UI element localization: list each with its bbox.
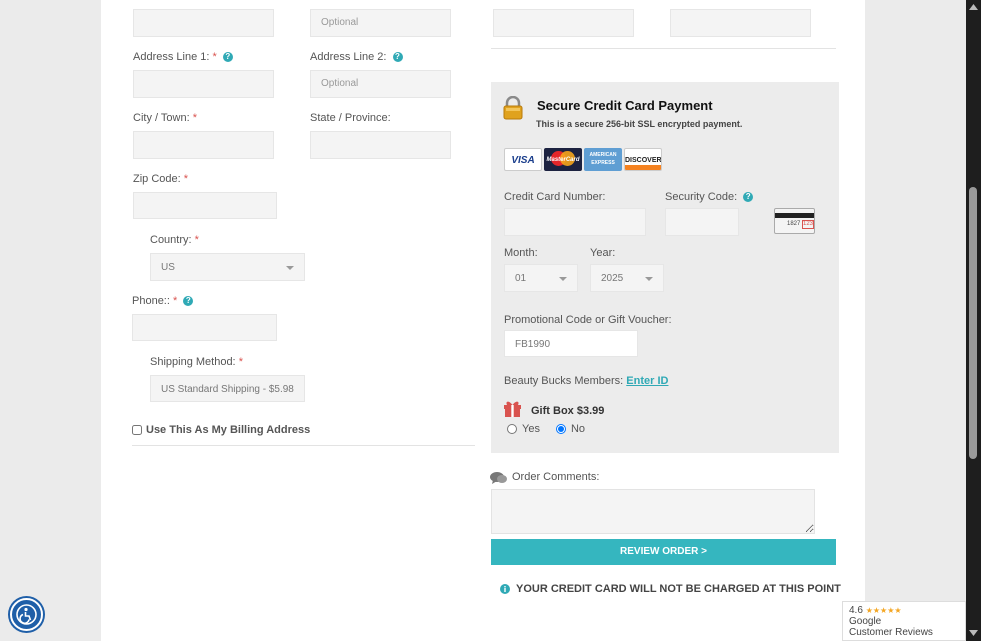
gift-no-label: No bbox=[570, 423, 586, 435]
shipping-method-label: Shipping Method: * bbox=[150, 356, 243, 368]
year-select-value: 2025 bbox=[601, 273, 624, 284]
google-label: Google bbox=[849, 616, 882, 627]
beauty-bucks-label: Beauty Bucks Members: Enter ID bbox=[504, 375, 669, 387]
payment-subtitle: This is a secure 256-bit SSL encrypted p… bbox=[536, 119, 743, 129]
order-comments-textarea[interactable] bbox=[491, 489, 815, 534]
previous-field-input[interactable] bbox=[133, 9, 274, 37]
security-code-help-icon[interactable]: ? bbox=[743, 192, 754, 203]
zip-input[interactable] bbox=[133, 192, 277, 219]
year-label: Year: bbox=[590, 247, 616, 259]
gift-box-label: Gift Box $3.99 bbox=[531, 405, 605, 417]
previous-right-input-1[interactable] bbox=[493, 9, 634, 37]
promo-code-label: Promotional Code or Gift Voucher: bbox=[504, 314, 672, 326]
address1-label: Address Line 1: * ? bbox=[133, 51, 233, 63]
customer-reviews-label: Customer Reviews bbox=[849, 627, 933, 638]
gift-yes-label: Yes bbox=[522, 423, 540, 435]
info-icon bbox=[500, 584, 510, 594]
chevron-down-icon bbox=[645, 277, 653, 281]
phone-label: Phone:: * ? bbox=[132, 295, 194, 307]
enter-id-link[interactable]: Enter ID bbox=[626, 375, 668, 387]
gift-no-radio[interactable] bbox=[555, 424, 566, 434]
billing-address-option[interactable]: Use This As My Billing Address bbox=[132, 424, 310, 436]
zip-label: Zip Code: * bbox=[133, 173, 189, 185]
padlock-icon bbox=[503, 96, 523, 120]
phone-help-icon[interactable]: ? bbox=[183, 296, 194, 307]
previous-optional-input[interactable]: Optional bbox=[310, 9, 451, 37]
google-reviews-badge[interactable]: 4.6 ★★★★★ Google Customer Reviews bbox=[842, 601, 966, 641]
payment-title: Secure Credit Card Payment bbox=[537, 98, 713, 113]
billing-address-label: Use This As My Billing Address bbox=[146, 424, 311, 436]
cc-number-input[interactable] bbox=[504, 208, 646, 236]
rating-stars-icon: ★★★★★ bbox=[865, 606, 902, 615]
address1-input[interactable] bbox=[133, 70, 274, 98]
city-input[interactable] bbox=[133, 131, 274, 159]
address2-input[interactable]: Optional bbox=[310, 70, 451, 98]
charge-notice: YOUR CREDIT CARD WILL NOT BE CHARGED AT … bbox=[516, 583, 841, 595]
billing-address-checkbox[interactable] bbox=[132, 425, 142, 435]
amex-card-icon: AMERICAN EXPRESS bbox=[584, 148, 622, 171]
city-label: City / Town: * bbox=[133, 112, 197, 124]
country-label: Country: * bbox=[150, 234, 199, 246]
shipping-method-select[interactable]: US Standard Shipping - $5.98 bbox=[150, 375, 305, 402]
scroll-down-arrow-icon[interactable] bbox=[969, 630, 978, 636]
phone-input[interactable] bbox=[132, 314, 277, 341]
accessibility-icon bbox=[16, 604, 37, 625]
gift-yes-radio[interactable] bbox=[507, 424, 517, 434]
month-select[interactable]: 01 bbox=[504, 264, 578, 292]
cvv-card-icon: 1827 123 bbox=[774, 208, 815, 234]
security-code-label: Security Code: ? bbox=[665, 191, 754, 203]
visa-card-icon: VISA bbox=[504, 148, 542, 171]
cc-number-label: Credit Card Number: bbox=[504, 191, 606, 203]
country-select[interactable]: US bbox=[150, 253, 305, 281]
chevron-down-icon bbox=[286, 266, 294, 270]
promo-code-input[interactable]: FB1990 bbox=[504, 330, 638, 357]
google-rating: 4.6 ★★★★★ bbox=[849, 605, 902, 616]
shipping-method-value: US Standard Shipping - $5.98 bbox=[161, 384, 294, 395]
month-label: Month: bbox=[504, 247, 538, 259]
order-comments-label: Order Comments: bbox=[512, 471, 600, 483]
gift-box-options: Yes No bbox=[507, 423, 585, 435]
address1-help-icon[interactable]: ? bbox=[222, 52, 233, 63]
scrollbar-thumb[interactable] bbox=[969, 187, 977, 459]
address2-help-icon[interactable]: ? bbox=[392, 52, 403, 63]
promo-code-value: FB1990 bbox=[515, 339, 551, 350]
accessibility-button[interactable] bbox=[10, 598, 43, 631]
previous-right-input-2[interactable] bbox=[670, 9, 811, 37]
state-label: State / Province: bbox=[310, 112, 391, 124]
country-select-value: US bbox=[161, 262, 175, 273]
state-input[interactable] bbox=[310, 131, 451, 159]
chevron-down-icon bbox=[559, 277, 567, 281]
review-order-button[interactable]: REVIEW ORDER > bbox=[491, 539, 836, 565]
previous-optional-placeholder: Optional bbox=[321, 17, 359, 28]
discover-card-icon: DISCOVER bbox=[624, 148, 662, 171]
month-select-value: 01 bbox=[515, 273, 527, 284]
year-select[interactable]: 2025 bbox=[590, 264, 664, 292]
gift-icon bbox=[504, 401, 521, 417]
scroll-up-arrow-icon[interactable] bbox=[969, 4, 978, 10]
shipping-divider bbox=[132, 445, 475, 446]
address2-label: Address Line 2: ? bbox=[310, 51, 403, 63]
address2-placeholder: Optional bbox=[321, 78, 359, 89]
comments-icon bbox=[490, 472, 507, 484]
security-code-input[interactable] bbox=[665, 208, 739, 236]
mastercard-card-icon: MasterCard bbox=[544, 148, 582, 171]
top-right-divider bbox=[491, 48, 836, 49]
